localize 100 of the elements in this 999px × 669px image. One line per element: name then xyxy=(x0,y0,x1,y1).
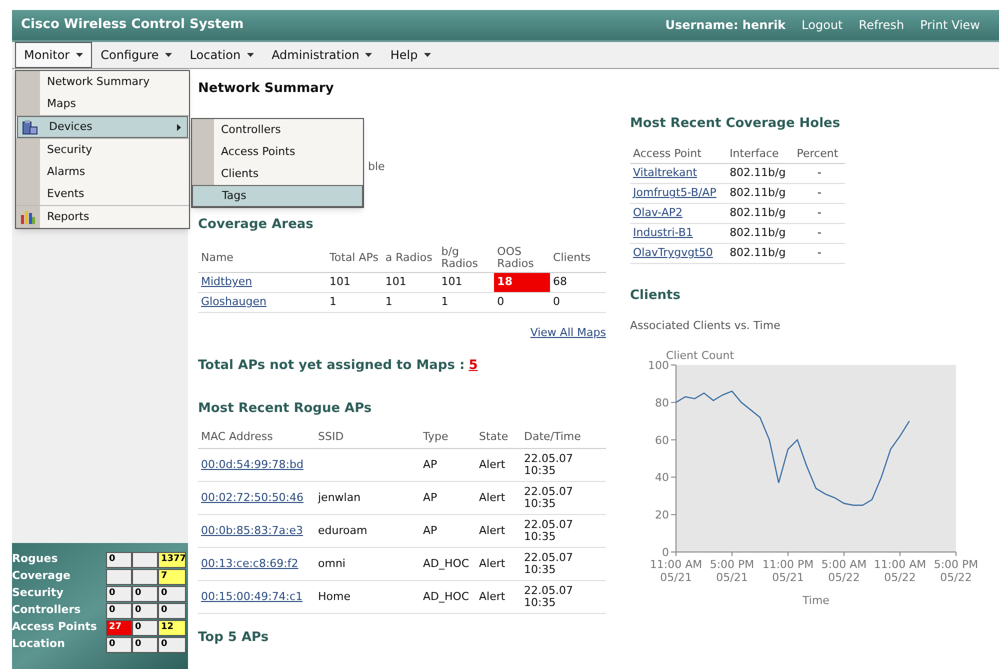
table-cell: Home xyxy=(318,590,350,603)
alarm-count[interactable]: 27 xyxy=(106,620,132,636)
caret-icon xyxy=(246,53,254,57)
y-axis-label: Client Count xyxy=(666,349,734,362)
bar-chart-icon xyxy=(20,209,36,225)
area-link[interactable]: Midtbyen xyxy=(201,275,252,288)
access-point-link[interactable]: Vitaltrekant xyxy=(633,166,698,180)
alarm-count[interactable]: 0 xyxy=(132,620,158,636)
mac-link[interactable]: 00:15:00:49:74:c1 xyxy=(201,590,303,603)
alarm-count[interactable]: 0 xyxy=(132,602,158,618)
menu-entry[interactable]: Clients xyxy=(192,163,363,185)
access-point-link[interactable]: Olav-AP2 xyxy=(633,206,683,220)
mac-link[interactable]: 00:02:72:50:50:46 xyxy=(201,490,304,504)
menu-entry[interactable]: Controllers xyxy=(192,119,363,141)
count-link[interactable]: 5 xyxy=(468,356,478,375)
table-cell-text: 22.05.07 xyxy=(524,552,574,564)
alarm-count[interactable]: 0 xyxy=(158,636,186,652)
section-title: Clients xyxy=(630,287,682,305)
table-cell: AP xyxy=(420,448,476,482)
y-tick-label: 60 xyxy=(655,434,669,447)
access-point-link[interactable]: OlavTrygvgt50 xyxy=(633,246,713,260)
menu-entry[interactable]: Maps xyxy=(16,93,189,115)
alarm-label: Access Points xyxy=(12,619,98,636)
y-tick-label: 20 xyxy=(655,508,669,522)
x-tick: 11:00 PM 05/21 xyxy=(762,552,814,584)
alarm-count[interactable]: 0 xyxy=(106,636,132,652)
alarm-label: Controllers xyxy=(12,602,82,618)
alarm-count[interactable]: 1377 xyxy=(158,552,186,568)
alarm-count[interactable]: 12 xyxy=(158,620,186,636)
section-title: Coverage Areas xyxy=(198,216,314,234)
alarm-count[interactable]: 0 xyxy=(158,586,186,602)
menu-entry[interactable]: Network Summary xyxy=(16,71,189,93)
menu-item[interactable]: Configure xyxy=(92,42,181,68)
x-tick: 5:00 PM 05/21 xyxy=(710,552,754,584)
table-cell-text: 10:35 xyxy=(524,498,557,510)
alarm-count[interactable]: 0 xyxy=(106,602,132,618)
alarm-count[interactable]: 0 xyxy=(132,586,158,602)
alarm-label: Rogues xyxy=(12,551,59,568)
page-title: Network Summary xyxy=(198,80,335,98)
menu-entry[interactable]: Tags xyxy=(192,185,363,207)
alarm-count[interactable] xyxy=(132,552,158,568)
table-cell-text: 22.05.07 xyxy=(524,486,574,498)
table-cell: 68 xyxy=(550,272,606,292)
menu-entry[interactable]: Reports xyxy=(16,206,189,228)
alarm-count[interactable] xyxy=(132,568,158,584)
column-header: b/g Radios xyxy=(438,246,494,272)
column-header: Clients xyxy=(550,246,606,272)
app-title: Cisco Wireless Control System xyxy=(21,16,244,34)
table-cell: AP xyxy=(420,514,476,548)
alarm-label: Security xyxy=(12,585,64,602)
table-cell: 1 xyxy=(382,292,438,312)
column-header: Name xyxy=(198,246,327,272)
column-header: Date/Time xyxy=(521,426,606,448)
access-point-link[interactable]: Jomfrugt5-B/AP xyxy=(633,186,716,200)
table-cell: 1 xyxy=(326,292,382,312)
caret-icon xyxy=(424,53,431,57)
alarm-count[interactable]: 0 xyxy=(106,552,132,568)
menu-entry[interactable]: Events xyxy=(16,183,189,205)
x-tick-label: 5:00 AM 05/22 xyxy=(821,558,867,584)
table-cell: eduroam xyxy=(318,524,368,537)
menu-entry[interactable]: Access Points xyxy=(192,141,363,163)
column-header: a Radios xyxy=(382,246,438,272)
caret-icon xyxy=(76,53,83,57)
header-link[interactable]: Print View xyxy=(920,16,980,34)
x-tick-label: 11:00 AM 05/22 xyxy=(874,558,926,584)
table-cell: AD_HOC xyxy=(420,548,476,580)
table-cell: - xyxy=(794,204,845,224)
alarm-count[interactable]: 0 xyxy=(106,586,132,602)
area-link[interactable]: Gloshaugen xyxy=(201,295,266,308)
alarm-count[interactable] xyxy=(106,568,132,584)
alarm-count[interactable]: 0 xyxy=(132,636,158,652)
y-tick: 80 xyxy=(655,396,676,410)
access-point-link[interactable]: Industri-B1 xyxy=(633,226,693,240)
menu-item[interactable]: Help xyxy=(381,42,440,68)
table-cell: - xyxy=(794,164,845,184)
header-link[interactable]: Logout xyxy=(802,16,843,34)
table-cell: omni xyxy=(318,556,346,570)
menu-entry[interactable]: Devices xyxy=(17,116,188,138)
menu-entry[interactable]: Security xyxy=(16,139,189,161)
table-cell: Alert xyxy=(476,482,521,514)
alarm-count[interactable]: 7 xyxy=(158,568,186,584)
y-tick-label: 100 xyxy=(648,359,669,372)
mac-link[interactable]: 00:13:ce:c8:69:f2 xyxy=(201,556,298,570)
menu-item[interactable]: Monitor xyxy=(15,42,92,68)
menu-entry[interactable]: Alarms xyxy=(16,161,189,183)
menu-item[interactable]: Administration xyxy=(262,42,382,68)
mac-link[interactable]: 00:0d:54:99:78:bd xyxy=(201,458,304,471)
column-header: Percent xyxy=(794,146,845,164)
table-cell-text: 22.05.07 xyxy=(524,585,574,597)
menu-item[interactable]: Location xyxy=(180,42,263,68)
y-tick: 60 xyxy=(655,434,676,447)
table-cell-text: 22.05.07 xyxy=(524,453,574,465)
mac-link[interactable]: 00:0b:85:83:7a:e3 xyxy=(201,524,304,537)
header-link[interactable]: Refresh xyxy=(858,16,904,34)
table-cell: Alert xyxy=(476,580,521,614)
view-all-maps-link[interactable]: View All Maps xyxy=(530,325,606,342)
chart-subtitle: Associated Clients vs. Time xyxy=(630,318,782,334)
alarm-count[interactable]: 0 xyxy=(158,602,186,618)
table-cell: 802.11b/g xyxy=(726,244,794,264)
table-cell: 802.11b/g xyxy=(726,224,794,244)
